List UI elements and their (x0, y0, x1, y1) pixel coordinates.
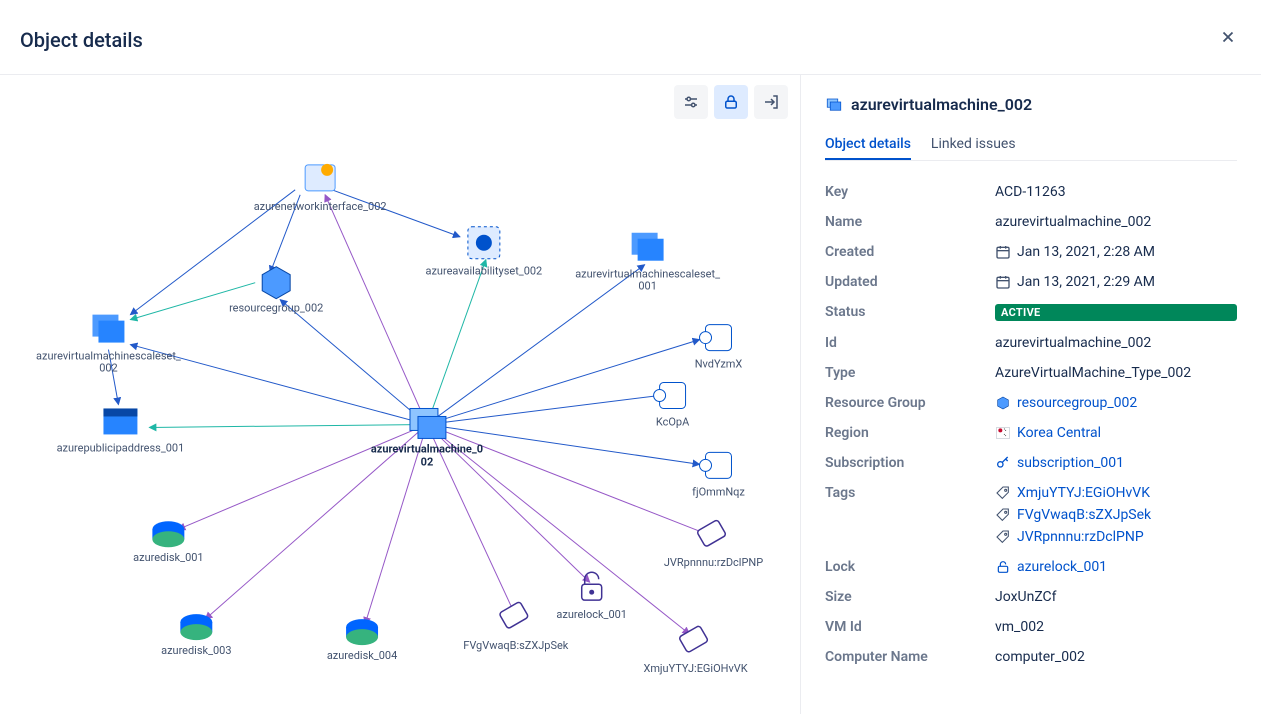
tab-object-details[interactable]: Object details (825, 130, 911, 160)
label-status: Status (825, 304, 995, 320)
svg-text:azurevirtualmachinescaleset_00: azurevirtualmachinescaleset_002 (36, 350, 181, 375)
dependency-graph[interactable]: azurenetworkinterface_002 resourcegroup_… (0, 75, 800, 714)
value-type: AzureVirtualMachine_Type_002 (995, 365, 1237, 381)
svg-text:fjOmmNqz: fjOmmNqz (692, 485, 745, 498)
node-ext-b[interactable]: KcOpA (654, 383, 690, 429)
label-name: Name (825, 214, 995, 230)
label-id: Id (825, 335, 995, 351)
settings-button[interactable] (674, 85, 708, 119)
node-publicip[interactable]: azurepublicipaddress_001 (57, 408, 185, 454)
link-tag[interactable]: FVgVwaqB:sZXJpSek (1017, 507, 1151, 523)
graph-panel: azurenetworkinterface_002 resourcegroup_… (0, 75, 801, 714)
close-button[interactable] (1215, 24, 1241, 56)
tab-linked-issues[interactable]: Linked issues (931, 130, 1016, 160)
close-icon (1219, 28, 1237, 46)
tag-icon (995, 507, 1011, 523)
status-badge: ACTIVE (995, 304, 1237, 321)
svg-text:azurenetworkinterface_002: azurenetworkinterface_002 (254, 200, 387, 213)
label-subscription: Subscription (825, 455, 995, 471)
value-size: JoxUnZCf (995, 589, 1237, 605)
link-resourcegroup[interactable]: resourcegroup_002 (1017, 395, 1137, 411)
svg-text:resourcegroup_002: resourcegroup_002 (229, 302, 323, 315)
calendar-icon (995, 244, 1011, 260)
value-created: Jan 13, 2021, 2:28 AM (1017, 244, 1155, 260)
tag-icon (995, 485, 1011, 501)
node-ext-c[interactable]: fjOmmNqz (692, 452, 745, 498)
label-vmid: VM Id (825, 619, 995, 635)
label-computer-name: Computer Name (825, 649, 995, 665)
label-key: Key (825, 184, 995, 200)
node-vmss-002[interactable]: azurevirtualmachinescaleset_002 (36, 315, 181, 375)
svg-text:azureavailabilityset_002: azureavailabilityset_002 (426, 265, 543, 278)
label-type: Type (825, 365, 995, 381)
node-vmss-001[interactable]: azurevirtualmachinescaleset_001 (575, 233, 720, 293)
node-disk-003[interactable]: azuredisk_003 (161, 614, 231, 657)
link-lock[interactable]: azurelock_001 (1017, 559, 1107, 575)
svg-text:FVgVwaqB:sZXJpSek: FVgVwaqB:sZXJpSek (463, 639, 569, 652)
object-title: azurevirtualmachine_002 (851, 95, 1032, 114)
value-computer-name: computer_002 (995, 649, 1237, 665)
svg-text:azuredisk_001: azuredisk_001 (133, 551, 203, 564)
flag-icon (995, 425, 1011, 441)
expand-icon (762, 93, 780, 111)
value-name: azurevirtualmachine_002 (995, 214, 1237, 230)
svg-text:azuredisk_004: azuredisk_004 (327, 649, 397, 662)
expand-button[interactable] (754, 85, 788, 119)
lock-icon (995, 559, 1011, 575)
svg-text:XmjuYTYJ:EGiOHvVK: XmjuYTYJ:EGiOHvVK (643, 662, 747, 675)
calendar-icon (995, 274, 1011, 290)
link-tag[interactable]: JVRpnnnu:rzDclPNP (1017, 529, 1144, 545)
tag-icon (995, 529, 1011, 545)
svg-text:JVRpnnnu:rzDclPNP: JVRpnnnu:rzDclPNP (664, 556, 763, 569)
node-tag-b[interactable]: JVRpnnnu:rzDclPNP (664, 520, 763, 570)
svg-text:azuredisk_003: azuredisk_003 (161, 644, 231, 657)
lock-view-button[interactable] (714, 85, 748, 119)
label-size: Size (825, 589, 995, 605)
svg-text:NvdYzmX: NvdYzmX (695, 358, 743, 371)
svg-text:KcOpA: KcOpA (656, 415, 690, 428)
label-region: Region (825, 425, 995, 441)
value-id: azurevirtualmachine_002 (995, 335, 1237, 351)
value-updated: Jan 13, 2021, 2:29 AM (1017, 274, 1155, 290)
label-created: Created (825, 244, 995, 260)
cube-icon (995, 395, 1011, 411)
details-panel: azurevirtualmachine_002 Object details L… (801, 75, 1261, 714)
vm-icon (825, 96, 843, 114)
svg-text:azurevirtualmachinescaleset_00: azurevirtualmachinescaleset_001 (575, 268, 720, 293)
page-title: Object details (20, 28, 143, 52)
svg-text:azurevirtualmachine_002: azurevirtualmachine_002 (371, 442, 483, 468)
node-lock[interactable]: azurelock_001 (556, 572, 627, 621)
node-availabilityset[interactable]: azureavailabilityset_002 (426, 227, 543, 278)
key-icon (995, 455, 1011, 471)
link-region[interactable]: Korea Central (1017, 425, 1101, 441)
svg-text:azurepublicipaddress_001: azurepublicipaddress_001 (57, 441, 185, 454)
value-vmid: vm_002 (995, 619, 1237, 635)
link-tag[interactable]: XmjuYTYJ:EGiOHvVK (1017, 485, 1150, 501)
node-resourcegroup[interactable]: resourcegroup_002 (229, 267, 323, 315)
lock-icon (722, 93, 740, 111)
label-updated: Updated (825, 274, 995, 290)
node-tag-c[interactable]: XmjuYTYJ:EGiOHvVK (643, 625, 747, 675)
sliders-icon (682, 93, 700, 111)
value-key: ACD-11263 (995, 184, 1237, 200)
node-ext-a[interactable]: NvdYzmX (695, 325, 743, 371)
link-subscription[interactable]: subscription_001 (1017, 455, 1124, 471)
node-disk-001[interactable]: azuredisk_001 (133, 521, 203, 564)
node-tag-a[interactable]: FVgVwaqB:sZXJpSek (463, 601, 569, 652)
node-disk-004[interactable]: azuredisk_004 (327, 619, 397, 662)
node-networkinterface[interactable]: azurenetworkinterface_002 (254, 164, 387, 213)
label-tags: Tags (825, 485, 995, 501)
label-rg: Resource Group (825, 395, 995, 411)
label-lock: Lock (825, 559, 995, 575)
svg-text:azurelock_001: azurelock_001 (556, 608, 627, 621)
modal-header: Object details (0, 0, 1261, 75)
